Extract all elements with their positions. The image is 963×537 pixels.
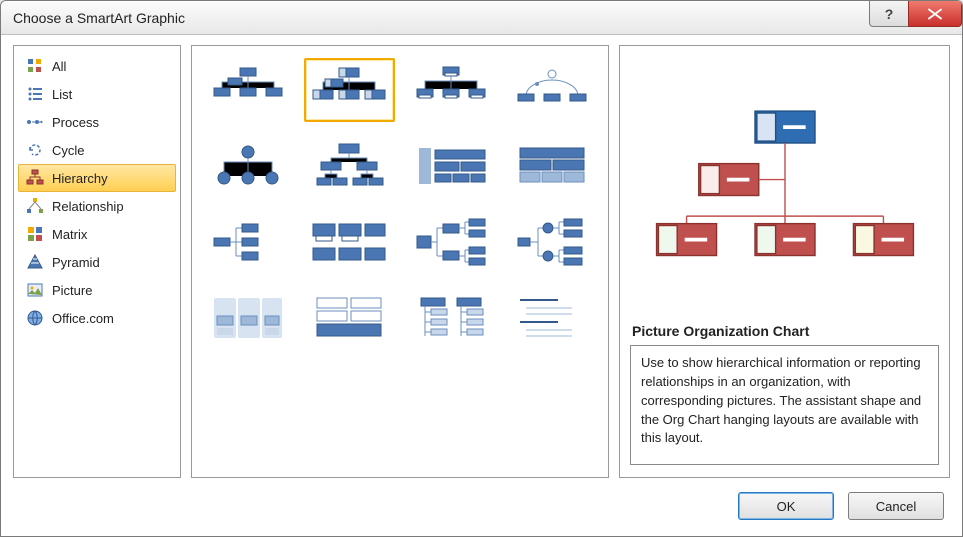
- category-label: Picture: [52, 283, 92, 298]
- thumb-half-circle-org-chart[interactable]: [507, 58, 599, 122]
- close-icon: [926, 8, 944, 20]
- category-list-item[interactable]: List: [18, 80, 176, 108]
- dialog-footer: OK Cancel: [13, 478, 950, 524]
- all-icon: [26, 57, 44, 75]
- window-buttons: ?: [870, 1, 962, 31]
- preview-image: [620, 46, 949, 317]
- layout-gallery: [191, 45, 609, 478]
- thumb-architecture-layout[interactable]: [304, 286, 396, 350]
- close-button[interactable]: [908, 1, 962, 27]
- cycle-icon: [26, 141, 44, 159]
- dialog-title: Choose a SmartArt Graphic: [13, 10, 185, 26]
- smartart-dialog: Choose a SmartArt Graphic ? All List: [0, 0, 963, 537]
- thumb-horizontal-multi-level[interactable]: [304, 210, 396, 274]
- thumb-horizontal-labeled-hierarchy[interactable]: [507, 210, 599, 274]
- category-cycle[interactable]: Cycle: [18, 136, 176, 164]
- hierarchy-icon: [26, 169, 44, 187]
- picture-icon: [26, 281, 44, 299]
- panels: All List Process Cycle Hierarchy: [13, 45, 950, 478]
- category-label: Matrix: [52, 227, 87, 242]
- category-label: Cycle: [52, 143, 85, 158]
- category-label: Relationship: [52, 199, 124, 214]
- list-icon: [26, 85, 44, 103]
- process-icon: [26, 113, 44, 131]
- thumb-org-chart[interactable]: [202, 58, 294, 122]
- category-label: List: [52, 87, 72, 102]
- category-label: Office.com: [52, 311, 114, 326]
- category-label: Process: [52, 115, 99, 130]
- category-pyramid[interactable]: Pyramid: [18, 248, 176, 276]
- category-relationship[interactable]: Relationship: [18, 192, 176, 220]
- category-label: Pyramid: [52, 255, 100, 270]
- dialog-body: All List Process Cycle Hierarchy: [1, 35, 962, 536]
- matrix-icon: [26, 225, 44, 243]
- preview-title: Picture Organization Chart: [620, 317, 949, 345]
- titlebar: Choose a SmartArt Graphic ?: [1, 1, 962, 35]
- category-list: All List Process Cycle Hierarchy: [13, 45, 181, 478]
- category-all[interactable]: All: [18, 52, 176, 80]
- thumb-lined-list[interactable]: [507, 286, 599, 350]
- help-button[interactable]: ?: [869, 1, 909, 27]
- category-label: Hierarchy: [52, 171, 108, 186]
- thumb-table-hierarchy[interactable]: [507, 134, 599, 198]
- category-label: All: [52, 59, 66, 74]
- thumb-grid: [202, 58, 598, 350]
- pyramid-icon: [26, 253, 44, 271]
- thumb-labeled-hierarchy[interactable]: [405, 134, 497, 198]
- thumb-circle-picture-hierarchy[interactable]: [202, 134, 294, 198]
- preview-description: Use to show hierarchical information or …: [630, 345, 939, 465]
- category-process[interactable]: Process: [18, 108, 176, 136]
- preview-panel: Picture Organization Chart Use to show h…: [619, 45, 950, 478]
- ok-button[interactable]: OK: [738, 492, 834, 520]
- thumb-picture-org-chart[interactable]: [304, 58, 396, 122]
- thumb-horizontal-org-chart[interactable]: [202, 210, 294, 274]
- thumb-horizontal-hierarchy[interactable]: [405, 210, 497, 274]
- cancel-button[interactable]: Cancel: [848, 492, 944, 520]
- office-icon: [26, 309, 44, 327]
- thumb-hierarchy-list[interactable]: [405, 286, 497, 350]
- category-officecom[interactable]: Office.com: [18, 304, 176, 332]
- thumb-block-hierarchy[interactable]: [202, 286, 294, 350]
- relationship-icon: [26, 197, 44, 215]
- preview-org-chart-svg: [635, 88, 935, 288]
- category-hierarchy[interactable]: Hierarchy: [18, 164, 176, 192]
- category-picture[interactable]: Picture: [18, 276, 176, 304]
- thumb-hierarchy[interactable]: [304, 134, 396, 198]
- category-matrix[interactable]: Matrix: [18, 220, 176, 248]
- thumb-name-title-org-chart[interactable]: [405, 58, 497, 122]
